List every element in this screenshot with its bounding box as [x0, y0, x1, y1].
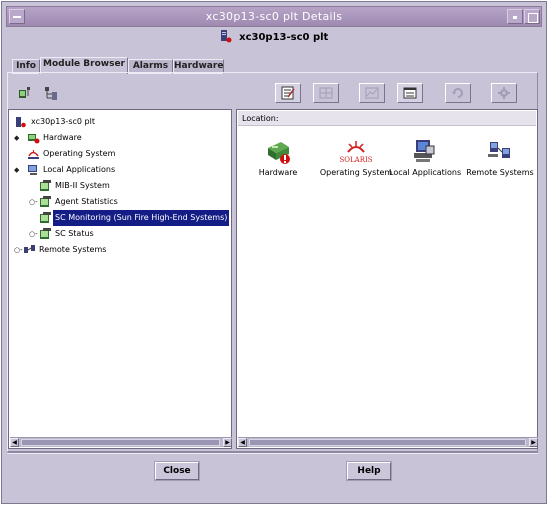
settings-button[interactable] — [491, 83, 517, 103]
refresh-button[interactable] — [445, 83, 471, 103]
module-hardware[interactable]: Hardware — [255, 138, 301, 177]
expand-toggle[interactable]: ◆ — [14, 135, 19, 142]
scrollbar-thumb[interactable] — [21, 439, 220, 446]
expand-toggle[interactable]: ○- — [14, 247, 23, 254]
module-remote-systems[interactable]: Remote Systems — [466, 138, 534, 177]
hierarchy-view-icon[interactable] — [42, 84, 62, 102]
title-bar[interactable]: xc30p13-sc0 plt Details — [6, 6, 542, 27]
solaris-logo-text: SOLARIS — [339, 156, 372, 164]
maximize-button[interactable] — [524, 9, 540, 24]
table-view-button[interactable] — [397, 83, 423, 103]
tree-horizontal-scrollbar[interactable]: ◀ ▶ — [10, 437, 232, 447]
window-title: xc30p13-sc0 plt Details — [205, 10, 343, 23]
location-bar: Location: — [238, 111, 536, 126]
scroll-left-arrow-icon[interactable]: ◀ — [10, 438, 19, 447]
module-content-pane[interactable]: Location: Hardware SOLARIS Operating Sys… — [236, 109, 538, 449]
server-icon — [220, 29, 232, 46]
hardware-icon — [263, 142, 293, 168]
scrollbar-thumb[interactable] — [249, 439, 526, 446]
expand-toggle[interactable]: ◆ — [14, 167, 19, 174]
local-applications-icon — [410, 140, 438, 168]
grid-button[interactable] — [313, 83, 339, 103]
module-operating-system[interactable]: SOLARIS Operating System — [317, 138, 395, 177]
module-label: Hardware — [258, 168, 298, 177]
footer-separator — [7, 452, 538, 454]
scroll-left-arrow-icon[interactable]: ◀ — [238, 438, 247, 447]
tree-view-icon[interactable] — [16, 84, 36, 102]
graph-button[interactable] — [359, 83, 385, 103]
content-horizontal-scrollbar[interactable]: ◀ ▶ — [238, 437, 538, 447]
scroll-right-arrow-icon[interactable]: ▶ — [529, 438, 538, 447]
scroll-right-arrow-icon[interactable]: ▶ — [223, 438, 232, 447]
expand-toggle[interactable]: ○- — [29, 199, 38, 206]
module-label: Operating System — [319, 168, 393, 177]
remote-systems-icon — [23, 244, 36, 262]
module-tree-pane[interactable]: xc30p13-sc0 plt ◆ Hardware Operating Sys… — [8, 109, 232, 449]
expand-toggle[interactable]: ○- — [29, 231, 38, 238]
edit-properties-button[interactable] — [275, 83, 301, 103]
host-header: xc30p13-sc0 plt — [7, 29, 541, 47]
close-button[interactable]: Close — [154, 461, 200, 481]
solaris-logo-icon: SOLARIS — [338, 141, 374, 168]
remote-systems-icon — [486, 142, 514, 168]
server-icon — [15, 116, 27, 134]
module-label: Local Applications — [389, 168, 462, 177]
host-name: xc30p13-sc0 plt — [239, 32, 329, 43]
module-label: Remote Systems — [466, 168, 534, 177]
minimize-button[interactable] — [507, 9, 523, 24]
help-button[interactable]: Help — [346, 461, 392, 481]
module-local-applications[interactable]: Local Applications — [389, 138, 462, 177]
